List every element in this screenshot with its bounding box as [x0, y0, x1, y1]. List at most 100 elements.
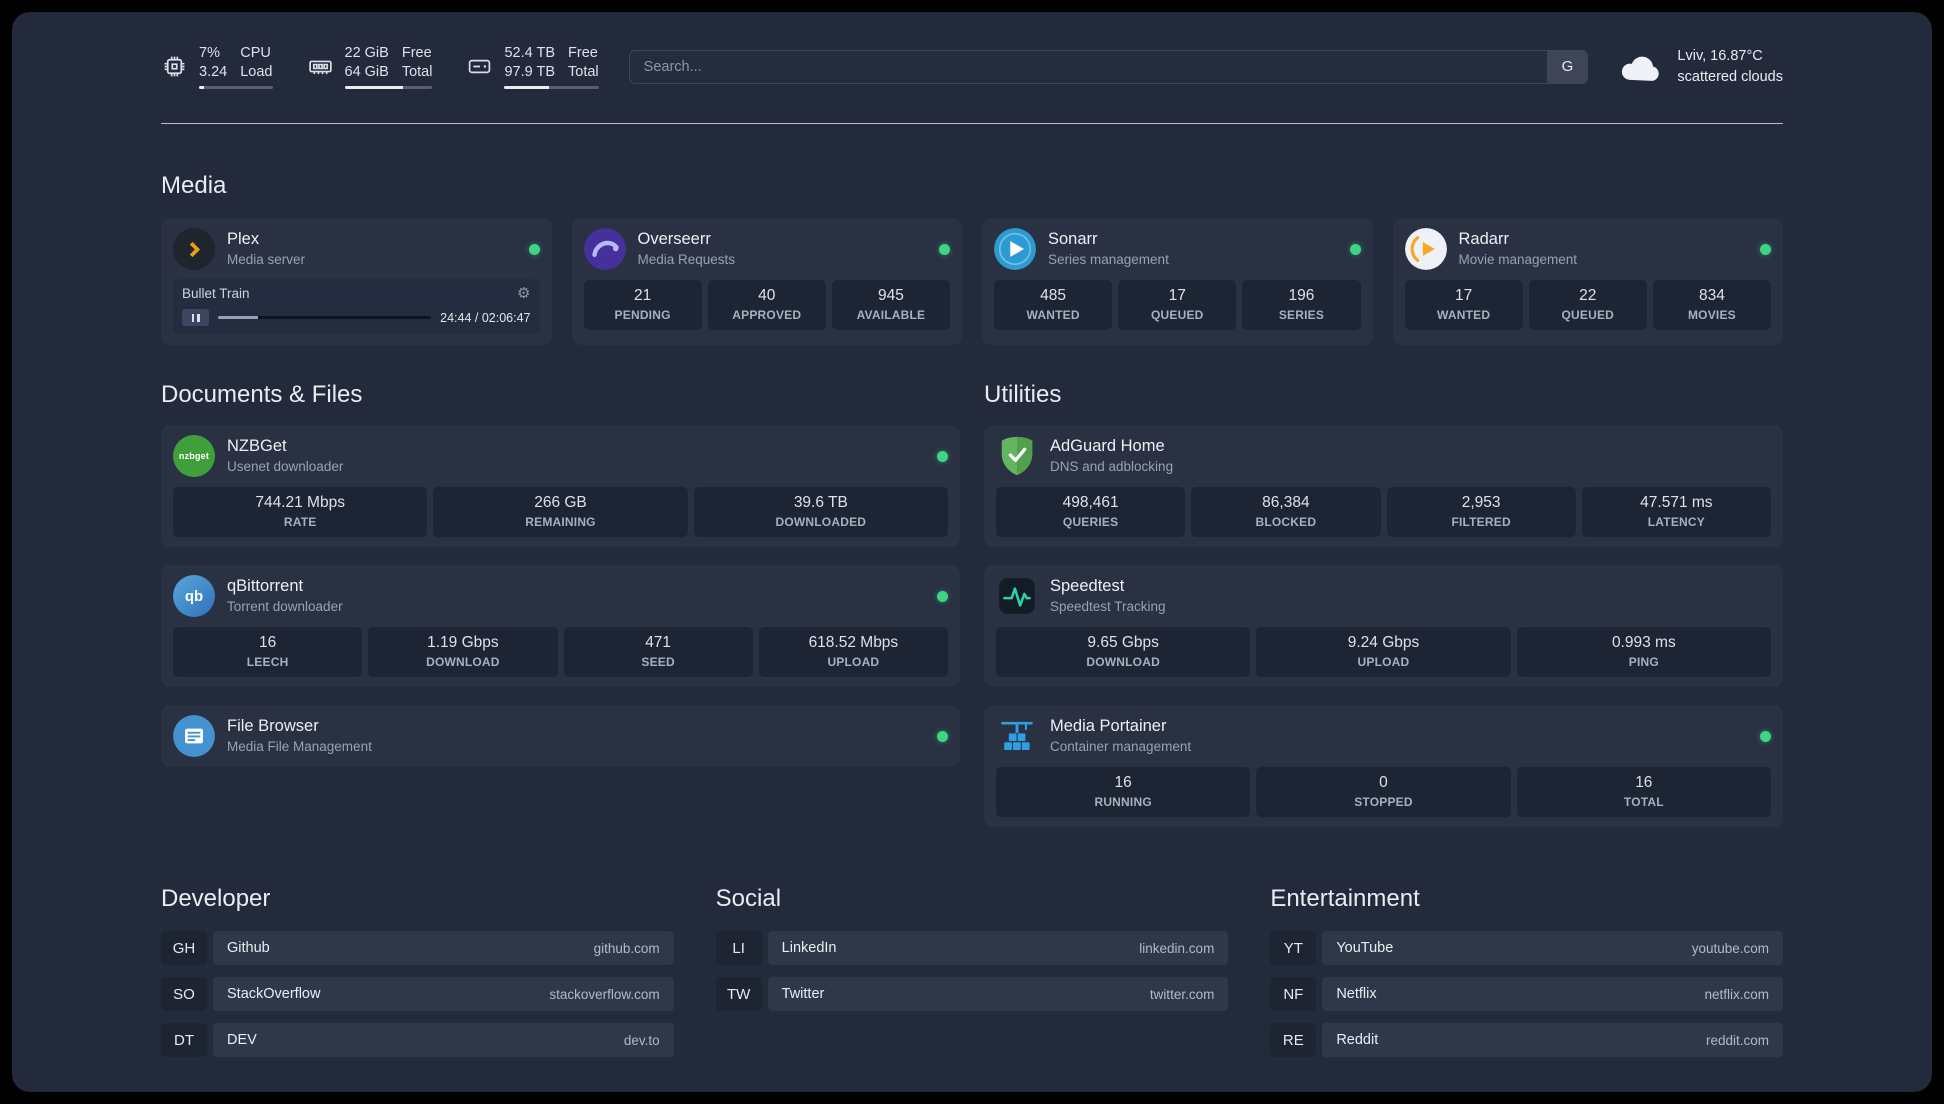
bookmark-url: dev.to: [623, 1032, 660, 1048]
disk-usage-bar: [504, 86, 599, 90]
status-dot: [937, 590, 948, 602]
seek-bar[interactable]: [218, 316, 432, 320]
gear-icon[interactable]: ⚙: [517, 286, 530, 301]
service-subtitle: Media server: [227, 252, 306, 268]
bookmark-abbr: NF: [1270, 977, 1317, 1012]
stat-blocked: 86,384 BLOCKED: [1191, 487, 1381, 538]
bookmark-url: netflix.com: [1704, 986, 1769, 1002]
radarr-logo-icon: [1404, 228, 1447, 271]
service-subtitle: Movie management: [1458, 252, 1578, 268]
bookmark-twitter[interactable]: TW Twitter twitter.com: [715, 977, 1229, 1012]
bookmark-url: linkedin.com: [1139, 940, 1215, 956]
service-name: AdGuard Home: [1050, 437, 1165, 456]
service-name: Speedtest: [1050, 577, 1125, 596]
bookmark-reddit[interactable]: RE Reddit reddit.com: [1270, 1023, 1783, 1058]
status-dot: [1760, 243, 1771, 255]
service-card-plex[interactable]: Plex Media server Bullet Train ⚙ 24:44 /…: [161, 218, 552, 346]
service-card-portainer[interactable]: Media Portainer Container management 16 …: [984, 705, 1783, 828]
service-name: Overseerr: [637, 230, 711, 249]
bookmark-abbr: DT: [161, 1023, 207, 1058]
bookmark-abbr: GH: [161, 931, 207, 966]
plex-logo-icon: [173, 228, 215, 271]
memory-free-value: 22 GiB: [344, 45, 389, 61]
cpu-load-value: 3.24: [199, 63, 228, 80]
stat-download: 1.19 Gbps DOWNLOAD: [368, 627, 558, 678]
bookmark-abbr: LI: [715, 931, 762, 966]
stat-series: 196 SERIES: [1242, 280, 1361, 331]
dashboard-panel: 7% 3.24 CPU Load 22 GiB 64 GiB Free Tota…: [12, 12, 1932, 1092]
playback-time: 24:44 / 02:06:47: [440, 310, 531, 325]
stat-filtered: 2,953 FILTERED: [1386, 487, 1576, 538]
adguard-logo-icon: [996, 435, 1038, 477]
bookmark-url: stackoverflow.com: [549, 986, 660, 1002]
bookmark-name: Netflix: [1336, 986, 1377, 1003]
bookmark-abbr: RE: [1270, 1023, 1317, 1058]
service-card-overseerr[interactable]: Overseerr Media Requests 21 PENDING 40 A…: [571, 218, 962, 346]
service-subtitle: Media File Management: [227, 739, 372, 755]
service-name: Radarr: [1458, 230, 1509, 249]
search-input[interactable]: [629, 50, 1548, 83]
bookmark-dev[interactable]: DT DEV dev.to: [161, 1023, 674, 1058]
service-card-adguard[interactable]: AdGuard Home DNS and adblocking 498,461 …: [984, 425, 1783, 548]
topbar-divider: [161, 123, 1783, 125]
dashboard-content: 7% 3.24 CPU Load 22 GiB 64 GiB Free Tota…: [161, 12, 1783, 1081]
service-name: NZBGet: [227, 437, 287, 456]
service-subtitle: DNS and adblocking: [1050, 459, 1174, 475]
section-title-media: Media: [161, 172, 227, 200]
cpu-usage-bar: [199, 86, 273, 90]
bookmark-url: github.com: [593, 940, 660, 956]
service-card-nzbget[interactable]: nzbget NZBGet Usenet downloader 744.21 M…: [161, 425, 960, 548]
screen: 7% 3.24 CPU Load 22 GiB 64 GiB Free Tota…: [0, 0, 1944, 1104]
bookmark-name: Reddit: [1336, 1032, 1379, 1049]
bookmark-group-entertainment: Entertainment YT YouTube youtube.com NF …: [1270, 885, 1783, 1058]
media-section: Plex Media server Bullet Train ⚙ 24:44 /…: [161, 218, 1783, 346]
bookmark-github[interactable]: GH Github github.com: [161, 931, 674, 966]
resource-widgets: 7% 3.24 CPU Load 22 GiB 64 GiB Free Tota…: [161, 44, 599, 90]
bookmark-abbr: SO: [161, 977, 207, 1012]
service-name: Sonarr: [1048, 230, 1098, 249]
status-dot: [937, 450, 948, 462]
stat-seed: 471 SEED: [563, 627, 753, 678]
stat-queued: 22 QUEUED: [1528, 280, 1647, 331]
bookmark-name: StackOverflow: [227, 986, 321, 1003]
memory-icon: [307, 53, 334, 80]
stat-total: 16 TOTAL: [1516, 767, 1771, 818]
pause-button[interactable]: [182, 309, 209, 327]
service-subtitle: Series management: [1048, 252, 1169, 268]
memory-total-value: 64 GiB: [344, 63, 389, 80]
service-name: Media Portainer: [1050, 717, 1167, 736]
search-provider-button[interactable]: G: [1547, 50, 1588, 83]
stat-ping: 0.993 ms PING: [1516, 627, 1771, 678]
stat-leech: 16 LEECH: [173, 627, 363, 678]
service-card-sonarr[interactable]: Sonarr Series management 485 WANTED 17 Q…: [982, 218, 1373, 346]
service-card-qbittorrent[interactable]: qb qBittorrent Torrent downloader 16 LEE…: [161, 565, 960, 688]
memory-usage-bar: [344, 86, 433, 90]
now-playing-title: Bullet Train: [182, 286, 250, 302]
memory-total-label: Total: [401, 63, 433, 80]
weather-condition: scattered clouds: [1677, 68, 1783, 85]
service-card-speedtest[interactable]: Speedtest Speedtest Tracking 9.65 Gbps D…: [984, 565, 1783, 688]
service-card-filebrowser[interactable]: File Browser Media File Management: [161, 705, 960, 768]
service-subtitle: Media Requests: [637, 252, 736, 268]
bookmark-name: LinkedIn: [781, 940, 837, 957]
service-card-radarr[interactable]: Radarr Movie management 17 WANTED 22 QUE…: [1392, 218, 1783, 346]
bookmark-netflix[interactable]: NF Netflix netflix.com: [1270, 977, 1783, 1012]
stat-available: 945 AVAILABLE: [831, 280, 951, 331]
status-dot: [1349, 243, 1361, 255]
status-dot: [528, 243, 540, 255]
stat-rate: 744.21 Mbps RATE: [173, 487, 428, 538]
memory-free-label: Free: [401, 45, 432, 61]
bookmark-linkedin[interactable]: LI LinkedIn linkedin.com: [715, 931, 1229, 966]
section-title-social: Social: [715, 885, 782, 913]
bookmark-stackoverflow[interactable]: SO StackOverflow stackoverflow.com: [161, 977, 674, 1012]
bookmark-name: Twitter: [781, 986, 825, 1003]
now-playing-widget: Bullet Train ⚙ 24:44 / 02:06:47: [173, 279, 540, 336]
cpu-usage-value: 7%: [199, 45, 220, 61]
bookmark-abbr: YT: [1270, 931, 1317, 966]
nzbget-logo-icon: nzbget: [173, 435, 215, 478]
section-title-documents: Documents & Files: [161, 381, 363, 409]
stat-wanted: 485 WANTED: [994, 280, 1113, 331]
bookmark-youtube[interactable]: YT YouTube youtube.com: [1270, 931, 1783, 966]
stat-stopped: 0 STOPPED: [1256, 767, 1511, 818]
search-bar: G: [628, 49, 1589, 84]
